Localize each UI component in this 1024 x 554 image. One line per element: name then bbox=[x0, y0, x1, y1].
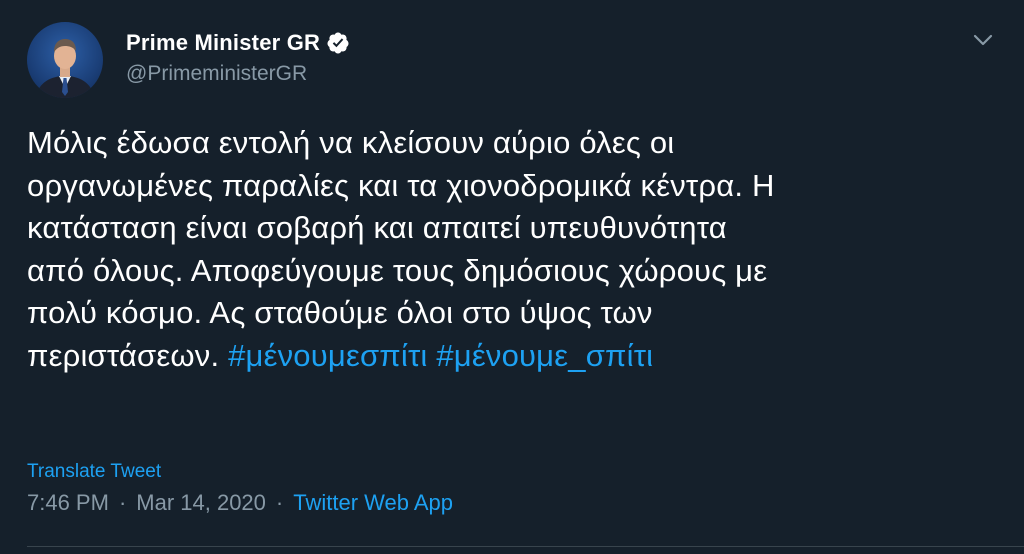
tweet-text-fragment: περιστάσεων. bbox=[27, 337, 229, 373]
avatar-portrait-image bbox=[35, 39, 95, 98]
verified-badge-icon bbox=[327, 32, 349, 54]
tweet-time[interactable]: 7:46 PM bbox=[27, 490, 109, 516]
hashtag-link[interactable]: #μένουμεσπίτι bbox=[228, 338, 427, 373]
tweet-date[interactable]: Mar 14, 2020 bbox=[136, 490, 266, 516]
tweet-text-line: οργανωμένες παραλίες και τα χιονοδρομικά… bbox=[27, 167, 775, 203]
separator-dot: · bbox=[118, 490, 127, 515]
tweet-text-line: πολύ κόσμο. Ας σταθούμε όλοι στο ύψος τω… bbox=[27, 295, 653, 331]
divider bbox=[27, 546, 1024, 547]
avatar[interactable] bbox=[27, 22, 103, 98]
author-display-name[interactable]: Prime Minister GR bbox=[126, 30, 320, 56]
tweet-text-line: κατάσταση είναι σοβαρή και απαιτεί υπευθ… bbox=[27, 210, 727, 246]
author-name-row: Prime Minister GR bbox=[126, 28, 350, 58]
hashtag-link[interactable]: #μένουμε_σπίτι bbox=[436, 338, 653, 373]
tweet-text-line: από όλους. Αποφεύγουμε τους δημόσιους χώ… bbox=[27, 252, 768, 288]
chevron-down-icon[interactable] bbox=[970, 30, 996, 50]
tweet-metadata: 7:46 PM · Mar 14, 2020 · Twitter Web App bbox=[27, 490, 453, 516]
separator-dot: · bbox=[275, 490, 284, 515]
tweet-text-line: Μόλις έδωσα εντολή να κλείσουν αύριο όλε… bbox=[27, 125, 675, 160]
translate-tweet-link[interactable]: Translate Tweet bbox=[27, 461, 161, 483]
author-handle[interactable]: @PrimeministerGR bbox=[126, 62, 350, 86]
author-block: Prime Minister GR @PrimeministerGR bbox=[126, 28, 350, 86]
tweet-text: Μόλις έδωσα εντολή να κλείσουν αύριο όλε… bbox=[27, 122, 1002, 378]
tweet-card: Prime Minister GR @PrimeministerGR Μόλις… bbox=[0, 0, 1024, 554]
tweet-text-line-last: περιστάσεων. #μένουμεσπίτι #μένουμε_σπίτ… bbox=[27, 335, 1002, 378]
tweet-source-link[interactable]: Twitter Web App bbox=[293, 490, 453, 516]
